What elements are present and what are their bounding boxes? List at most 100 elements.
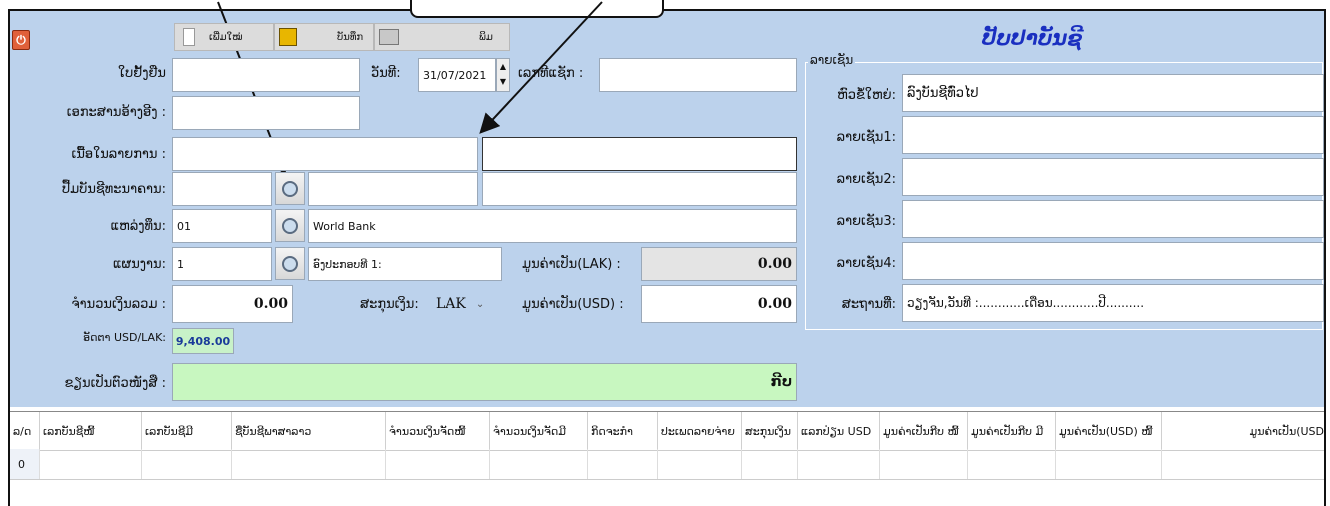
bank-lookup-button[interactable]: [275, 172, 305, 205]
date-label: ວັນທີ:: [371, 66, 401, 81]
printer-icon: [379, 29, 399, 45]
signature2-input[interactable]: [902, 158, 1324, 196]
plan-code: 1: [177, 257, 184, 271]
date-spinner[interactable]: ▲ ▼: [496, 58, 510, 92]
total-amount-label: ຈຳນວນເງິນລວມ :: [71, 297, 166, 312]
bank-name-input-2[interactable]: [482, 172, 797, 206]
table-cell[interactable]: [386, 449, 490, 479]
cheque-no-label: ເລກທີແຊັກ :: [518, 66, 584, 81]
col-header-debit-amount[interactable]: ຈຳນວນເງິນຈັດໜີ້: [386, 412, 490, 450]
col-header-usd-credit[interactable]: ມູນຄ່າເປັນ(USD: [1162, 412, 1324, 450]
new-button-label: ເພີ່ມໃໝ່: [209, 31, 243, 43]
signature-group-label: ລາຍເຊັນ: [808, 53, 856, 67]
value-usd-label: ມູນຄ່າເປັນ(USD) :: [522, 297, 624, 312]
amount-words-field: ກີບ: [172, 363, 797, 401]
total-amount-input[interactable]: 0.00: [172, 285, 293, 323]
description-input-2[interactable]: [482, 137, 797, 171]
table-cell[interactable]: [232, 449, 386, 479]
signature1-label: ລາຍເຊັນ1:: [836, 130, 896, 145]
rate-label: ອັດຕາ USD/LAK:: [83, 331, 166, 344]
value-lak-field: 0.00: [641, 247, 797, 281]
fund-source-code-input[interactable]: 01: [172, 209, 272, 243]
table-cell[interactable]: [490, 449, 588, 479]
value-usd-field: 0.00: [641, 285, 797, 323]
signature2-label: ລາຍເຊັນ2:: [836, 172, 896, 187]
print-button[interactable]: ພິມ: [374, 23, 510, 51]
fund-source-code: 01: [177, 219, 191, 233]
value-lak-label: ມູນຄ່າເປັນ(LAK) :: [522, 257, 621, 272]
date-value: 31/07/2021: [423, 68, 487, 82]
value-usd: 0.00: [757, 296, 792, 312]
col-header-index[interactable]: ລ/ດ: [10, 412, 40, 450]
grid-header: ລ/ດ ເລກບັນຊີໜີ້ ເລກບັນຊີມີ ຊື່ບັນຊີພາສາລ…: [10, 411, 1324, 451]
col-header-account-name[interactable]: ຊື່ບັນຊີພາສາລາວ: [232, 412, 386, 450]
col-header-credit-account[interactable]: ເລກບັນຊີມີ: [142, 412, 232, 450]
annotation-callout: [410, 0, 664, 18]
amount-words: ກີບ: [770, 374, 792, 390]
fund-source-name-input[interactable]: World Bank: [308, 209, 797, 243]
currency-select[interactable]: LAK ⌄: [436, 289, 502, 319]
close-app-icon[interactable]: ⏻: [12, 30, 30, 50]
rate-field: 9,408.00: [172, 328, 234, 354]
table-cell[interactable]: [1162, 449, 1324, 479]
amount-words-label: ຂຽນເປັນຕົວໜັງສື :: [64, 376, 167, 391]
table-cell[interactable]: [798, 449, 880, 479]
voucher-input[interactable]: [172, 58, 360, 92]
col-header-expense-type[interactable]: ປະເພດລາຍຈ່າຍ: [658, 412, 742, 450]
header-input[interactable]: ລົງບັນຊີທົ່ວໄປ: [902, 74, 1324, 112]
search-icon: [282, 255, 298, 272]
search-icon: [282, 180, 298, 197]
fund-source-lookup-button[interactable]: [275, 209, 305, 242]
table-cell[interactable]: [968, 449, 1056, 479]
table-cell[interactable]: [40, 449, 142, 479]
description-input[interactable]: [172, 137, 478, 171]
rate-value: 9,408.00: [175, 334, 231, 348]
reference-input[interactable]: [172, 96, 360, 130]
bank-name-input[interactable]: [308, 172, 478, 206]
col-header-currency[interactable]: ສະກຸນເງິນ: [742, 412, 798, 450]
table-cell[interactable]: [1056, 449, 1162, 479]
print-button-label: ພິມ: [479, 31, 493, 43]
bank-code-input[interactable]: [172, 172, 272, 206]
chevron-down-icon: ⌄: [475, 298, 485, 310]
table-row[interactable]: 0: [10, 449, 1324, 480]
col-header-kip-debit[interactable]: ມູນຄ່າເປັນກີບ ໜີ້: [880, 412, 968, 450]
signature3-input[interactable]: [902, 200, 1324, 238]
table-cell[interactable]: [142, 449, 232, 479]
signature1-input[interactable]: [902, 116, 1324, 154]
signature3-label: ລາຍເຊັນ3:: [836, 214, 896, 229]
table-cell[interactable]: [658, 449, 742, 479]
floppy-disk-icon: [279, 28, 297, 46]
save-button[interactable]: ບັນທຶກ: [274, 23, 374, 51]
col-header-debit-account[interactable]: ເລກບັນຊີໜີ້: [40, 412, 142, 450]
plan-code-input[interactable]: 1: [172, 247, 272, 281]
col-header-exchange-usd[interactable]: ແລກປ່ຽນ USD: [798, 412, 880, 450]
signature4-input[interactable]: [902, 242, 1324, 280]
col-header-usd-debit[interactable]: ມູນຄ່າເປັນ(USD) ໜີ້: [1056, 412, 1162, 450]
plan-name: ອົງປະກອບທີ 1:: [313, 257, 382, 271]
description-label: ເນື້ອໃນລາຍການ :: [71, 147, 166, 162]
currency-value: LAK: [436, 296, 466, 312]
table-cell[interactable]: [742, 449, 798, 479]
table-cell[interactable]: [880, 449, 968, 479]
col-header-credit-amount[interactable]: ຈຳນວນເງິນຈັດມີ: [490, 412, 588, 450]
date-input[interactable]: 31/07/2021: [418, 58, 496, 92]
total-amount: 0.00: [253, 296, 288, 312]
bank-book-label: ປື້ມບັນຊີທະນາຄານ:: [61, 182, 166, 197]
place-input[interactable]: ວຽງຈັນ,ວັນທີ :............ເດືອນ.........…: [902, 284, 1324, 322]
col-header-kip-credit[interactable]: ມູນຄ່າເປັນກີບ ມີ: [968, 412, 1056, 450]
voucher-label: ໃບຢັ້ງຢືນ: [118, 66, 166, 81]
cheque-no-input[interactable]: [599, 58, 797, 92]
new-button[interactable]: ເພີ່ມໃໝ່: [174, 23, 274, 51]
value-lak: 0.00: [757, 256, 792, 272]
plan-label: ແຜນງານ:: [112, 257, 166, 272]
col-header-activity[interactable]: ກິດຈະກຳ: [588, 412, 658, 450]
signature4-label: ລາຍເຊັນ4:: [836, 256, 896, 271]
fund-source-label: ແຫລ່ງທຶນ:: [110, 219, 166, 234]
row-index-cell: 0: [10, 449, 40, 479]
row-index: 0: [18, 457, 25, 471]
plan-lookup-button[interactable]: [275, 247, 305, 280]
table-cell[interactable]: [588, 449, 658, 479]
plan-name-input[interactable]: ອົງປະກອບທີ 1:: [308, 247, 502, 281]
new-file-icon: [183, 28, 195, 46]
